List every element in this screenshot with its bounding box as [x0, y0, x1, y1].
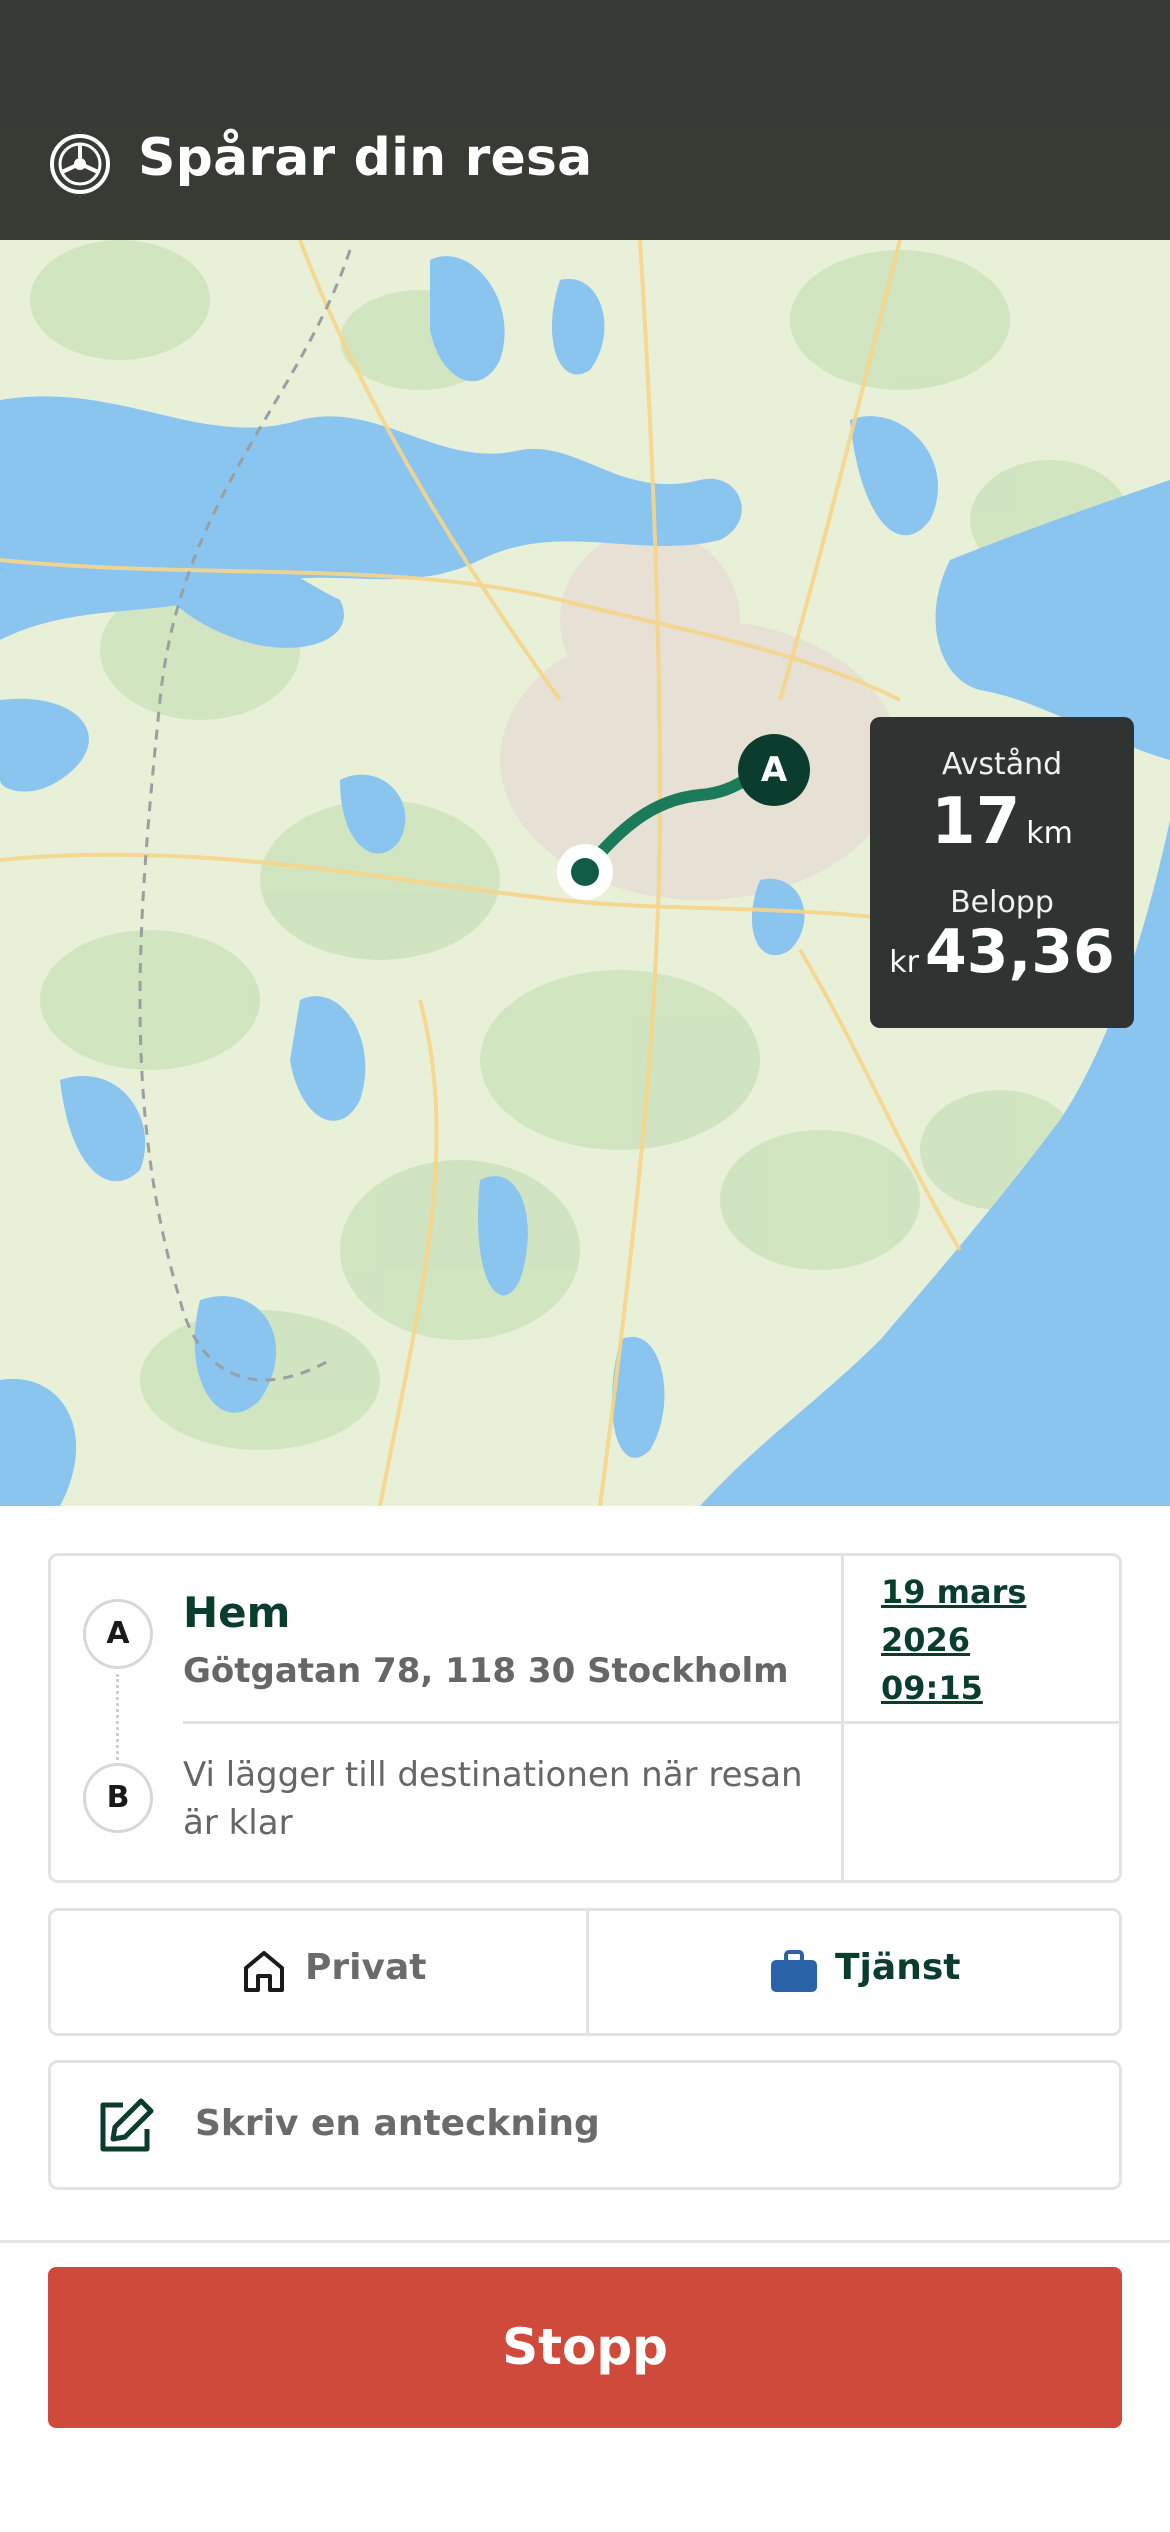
start-address: Götgatan 78, 118 30 Stockholm	[183, 1651, 789, 1691]
trip-date-day: 19 mars	[881, 1573, 1027, 1611]
note-placeholder: Skriv en anteckning	[195, 2103, 600, 2144]
private-trip-label: Privat	[305, 1947, 427, 1988]
work-trip-label: Tjänst	[835, 1947, 961, 1988]
trip-date-year: 2026	[881, 1621, 971, 1659]
start-place-name: Hem	[183, 1588, 291, 1637]
start-point-badge: A	[83, 1599, 153, 1669]
route-connector	[116, 1674, 119, 1760]
edit-note-icon	[100, 2098, 154, 2152]
amount-value: 43,36	[924, 917, 1115, 987]
current-position-marker	[557, 844, 613, 900]
trip-details-card: A B Hem Götgatan 78, 118 30 Stockholm Vi…	[48, 1553, 1122, 1883]
distance-readout: 17 km	[870, 785, 1134, 859]
distance-label: Avstånd	[941, 747, 1063, 782]
trip-datetime-link[interactable]: 19 mars 2026 09:15	[881, 1568, 1101, 1712]
steering-wheel-icon	[50, 134, 110, 194]
amount-label: Belopp	[950, 885, 1054, 920]
trip-stats-card: Avstånd 17 km Belopp kr 43,36	[870, 717, 1134, 1028]
card-divider-horizontal	[183, 1721, 1119, 1724]
amount-currency: kr	[889, 945, 919, 980]
card-divider-vertical	[841, 1556, 844, 1880]
trip-type-toggle: Privat Tjänst	[48, 1908, 1122, 2036]
app-header: Spårar din resa	[0, 0, 1170, 240]
work-trip-button[interactable]: Tjänst	[589, 1911, 1123, 2033]
page-title: Spårar din resa	[138, 128, 593, 188]
distance-value: 17	[931, 785, 1021, 859]
trip-time: 09:15	[881, 1669, 983, 1707]
stop-tracking-button[interactable]: Stopp	[48, 2267, 1122, 2428]
note-field[interactable]: Skriv en anteckning	[48, 2060, 1122, 2190]
end-point-badge: B	[83, 1763, 153, 1833]
home-icon	[244, 1951, 284, 1992]
briefcase-icon	[771, 1950, 817, 1992]
distance-unit: km	[1026, 816, 1073, 851]
destination-note: Vi lägger till destinationen när resan ä…	[183, 1755, 803, 1843]
route-start-marker: A	[738, 734, 810, 806]
amount-readout: kr 43,36	[870, 917, 1134, 987]
footer-separator	[0, 2240, 1170, 2243]
private-trip-button[interactable]: Privat	[51, 1911, 585, 2033]
